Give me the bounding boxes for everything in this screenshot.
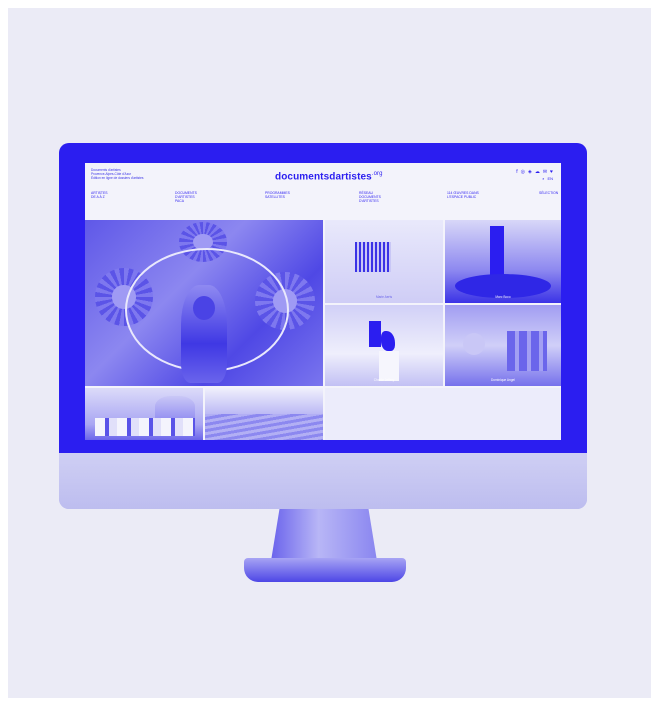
artwork-head xyxy=(193,296,215,320)
logo-text: documentsdartistes xyxy=(275,171,372,183)
empty-tile xyxy=(325,388,561,440)
imac-monitor: Documents d'artistes Provence-Alpes-Côte… xyxy=(59,143,587,509)
org-line: Édition en ligne de dossiers d'artistes xyxy=(91,175,144,180)
language-switch[interactable]: EN xyxy=(547,176,553,181)
heart-icon[interactable]: ♥ xyxy=(550,169,553,175)
search-icon[interactable]: ⌕ xyxy=(542,176,544,181)
nav-selection[interactable]: SÉLECTION xyxy=(539,191,558,195)
artwork-shape xyxy=(490,226,504,278)
artwork-tile[interactable]: Marie Aerts xyxy=(325,220,443,303)
nav-artistes[interactable]: ARTISTES DE A À Z xyxy=(91,191,108,199)
tile-caption: Marc Boco xyxy=(495,295,511,299)
artwork-shape xyxy=(507,331,547,371)
artwork-shape xyxy=(205,414,323,440)
artwork-tile[interactable] xyxy=(205,388,323,440)
main-nav: ARTISTES DE A À Z DOCUMENTS D'ARTISTES P… xyxy=(91,191,558,211)
artwork-shape xyxy=(379,351,399,381)
website-screen: Documents d'artistes Provence-Alpes-Côte… xyxy=(85,163,561,440)
monitor-chin xyxy=(59,453,587,509)
tile-caption: Charlie Jeffery xyxy=(373,378,395,382)
utility-links: ⌕ EN xyxy=(542,176,553,181)
nav-documents-paca[interactable]: DOCUMENTS D'ARTISTES PACA xyxy=(175,191,197,204)
artwork-tile[interactable]: Charlie Jeffery xyxy=(325,305,443,386)
artwork-shape xyxy=(381,331,395,351)
soundcloud-icon[interactable]: ☁ xyxy=(535,169,540,175)
artwork-tile[interactable] xyxy=(85,388,203,440)
artwork-tile[interactable]: Marc Boco xyxy=(445,220,561,303)
nav-reseau[interactable]: RÉSEAU DOCUMENTS D'ARTISTES xyxy=(359,191,381,204)
artwork-shape xyxy=(369,321,381,347)
artwork-shape xyxy=(95,418,195,436)
instagram-icon[interactable]: ◎ xyxy=(521,169,525,175)
artwork-shape xyxy=(463,333,485,355)
newsletter-icon[interactable]: ✉ xyxy=(543,169,547,175)
social-links: f ◎ ◈ ☁ ✉ ♥ xyxy=(516,169,553,175)
facebook-icon[interactable]: f xyxy=(516,169,517,175)
artwork-shape xyxy=(355,242,391,272)
monitor-stand-foot xyxy=(244,558,406,582)
org-info: Documents d'artistes Provence-Alpes-Côte… xyxy=(91,168,144,180)
nav-espace-public[interactable]: 114 ŒUVRES DANS L'ESPACE PUBLIC xyxy=(447,191,479,199)
featured-artwork-image[interactable] xyxy=(85,220,323,386)
monitor-bezel: Documents d'artistes Provence-Alpes-Côte… xyxy=(59,143,587,453)
monitor-stand-neck xyxy=(271,509,377,561)
vimeo-icon[interactable]: ◈ xyxy=(528,169,532,175)
nav-programmes[interactable]: PROGRAMMES SATELLITES xyxy=(265,191,290,199)
site-logo[interactable]: documentsdartistes.org xyxy=(275,171,383,182)
tile-caption: Marie Aerts xyxy=(375,295,393,299)
tile-caption: Dominique Angel xyxy=(490,378,516,382)
artwork-tile[interactable]: Dominique Angel xyxy=(445,305,561,386)
logo-suffix: .org xyxy=(371,171,383,177)
